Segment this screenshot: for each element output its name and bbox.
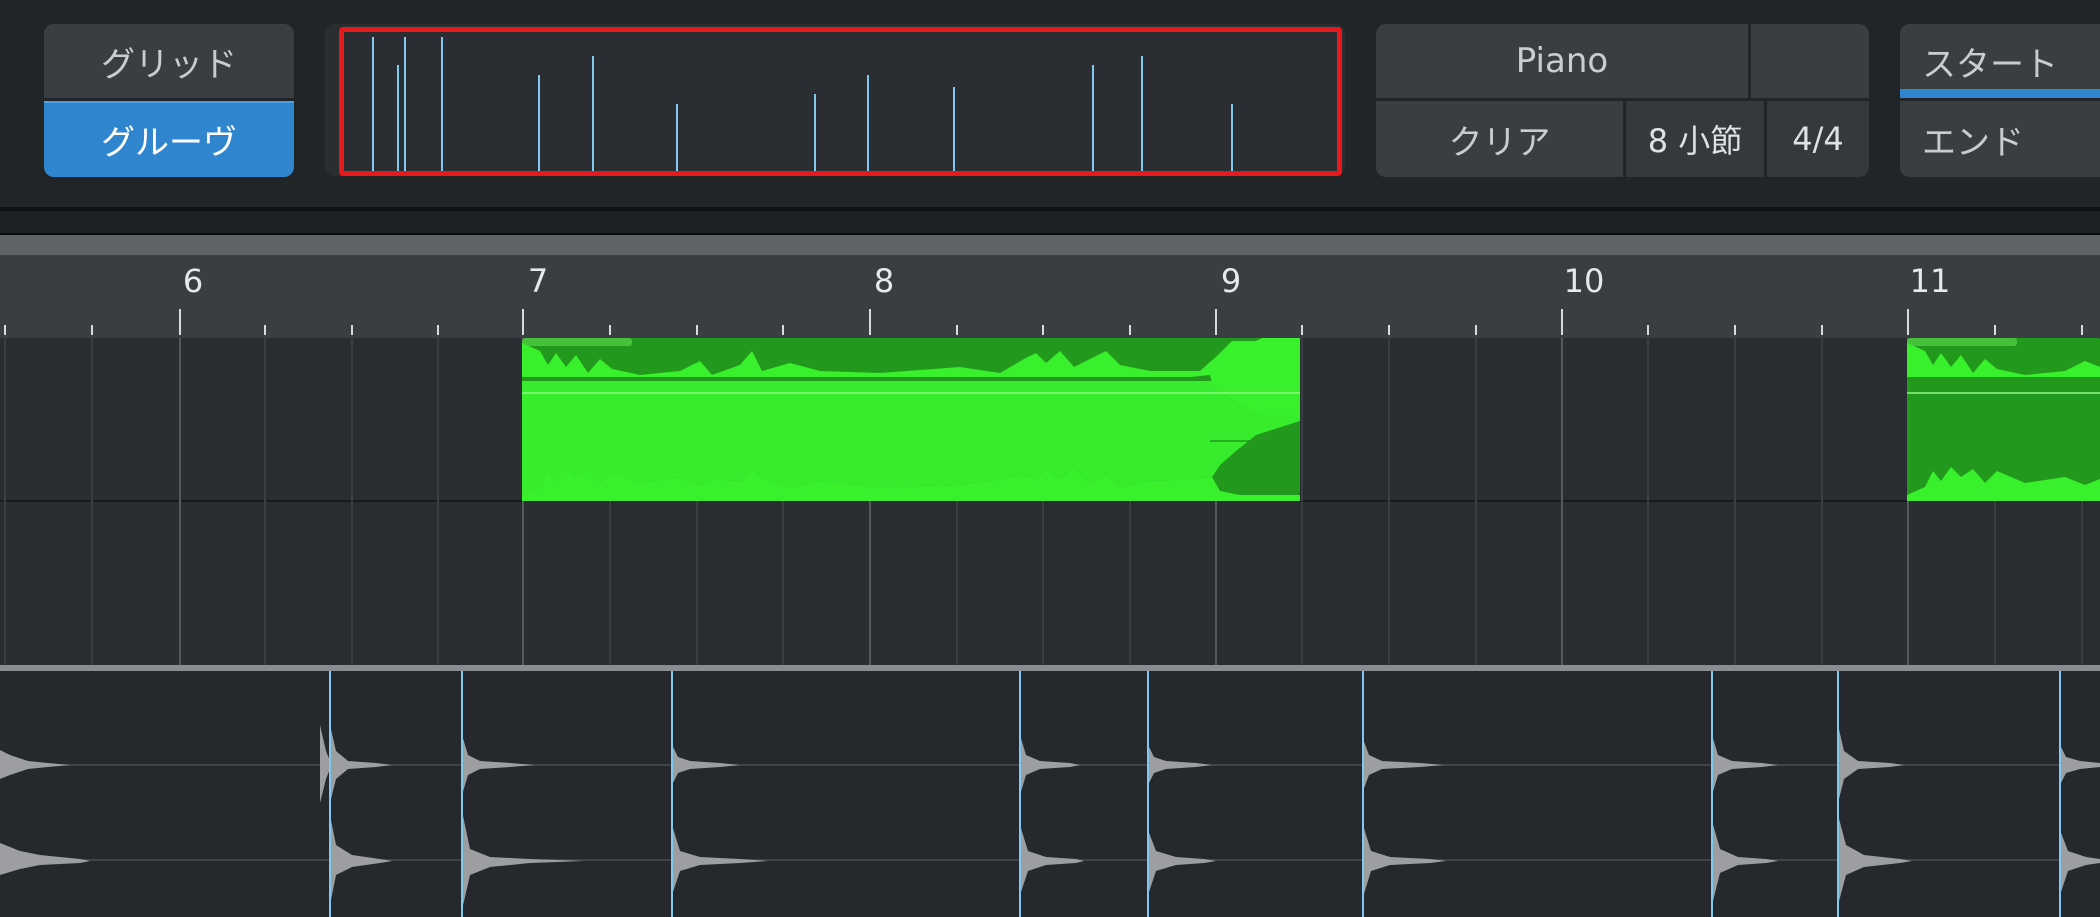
grid-button[interactable]: グリッド [44, 24, 294, 98]
length-field[interactable]: 8 小節 [1626, 101, 1764, 177]
audio-region[interactable] [522, 338, 1300, 501]
start-button[interactable]: スタート [1900, 24, 2100, 98]
toolbar-divider [0, 207, 2100, 211]
groove-preview-highlight [339, 27, 1342, 176]
track-lane [0, 502, 2100, 665]
groove-button[interactable]: グルーヴ [44, 101, 294, 177]
ruler-ticks [4, 309, 2083, 335]
editor-divider [0, 665, 2100, 671]
timeline-scroll-strip[interactable] [0, 235, 2100, 255]
instrument-side-button[interactable] [1751, 24, 1869, 98]
audio-editor [0, 671, 2100, 917]
end-button[interactable]: エンド [1900, 101, 2100, 177]
audio-region[interactable] [1907, 338, 2100, 501]
arrangement-view [0, 309, 2100, 917]
instrument-button[interactable]: Piano [1376, 24, 1748, 98]
clear-button[interactable]: クリア [1376, 101, 1623, 177]
time-signature-field[interactable]: 4/4 [1767, 101, 1869, 177]
start-active-indicator [1900, 89, 2100, 98]
